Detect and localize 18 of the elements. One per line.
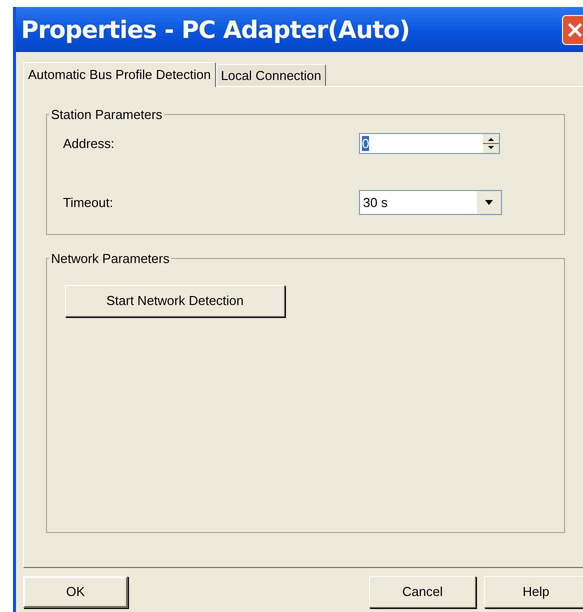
close-icon xyxy=(567,22,583,38)
cancel-button[interactable]: Cancel xyxy=(369,576,476,608)
field-label: Timeout: xyxy=(63,194,114,212)
window-title: Properties - PC Adapter(Auto) xyxy=(21,14,410,46)
help-button[interactable]: Help xyxy=(484,576,583,608)
dropdown-value: 30 s xyxy=(362,194,389,212)
tab[interactable]: Automatic Bus Profile Detection xyxy=(23,62,216,87)
timeout-dropdown[interactable]: 30 s xyxy=(359,190,502,215)
spinner-value: 0 xyxy=(362,136,370,150)
group-title: Network Parameters xyxy=(50,250,170,268)
spin-arrows-icon xyxy=(483,134,499,153)
address-spinner[interactable]: 0 xyxy=(359,133,500,154)
ok-button[interactable]: OK xyxy=(23,576,128,608)
field-label: Address: xyxy=(63,134,114,153)
close-button[interactable] xyxy=(562,14,583,44)
tab[interactable]: Local Connection xyxy=(216,64,326,86)
group-title: Station Parameters xyxy=(50,106,164,124)
start-detection-button[interactable]: Start Network Detection xyxy=(65,284,285,316)
